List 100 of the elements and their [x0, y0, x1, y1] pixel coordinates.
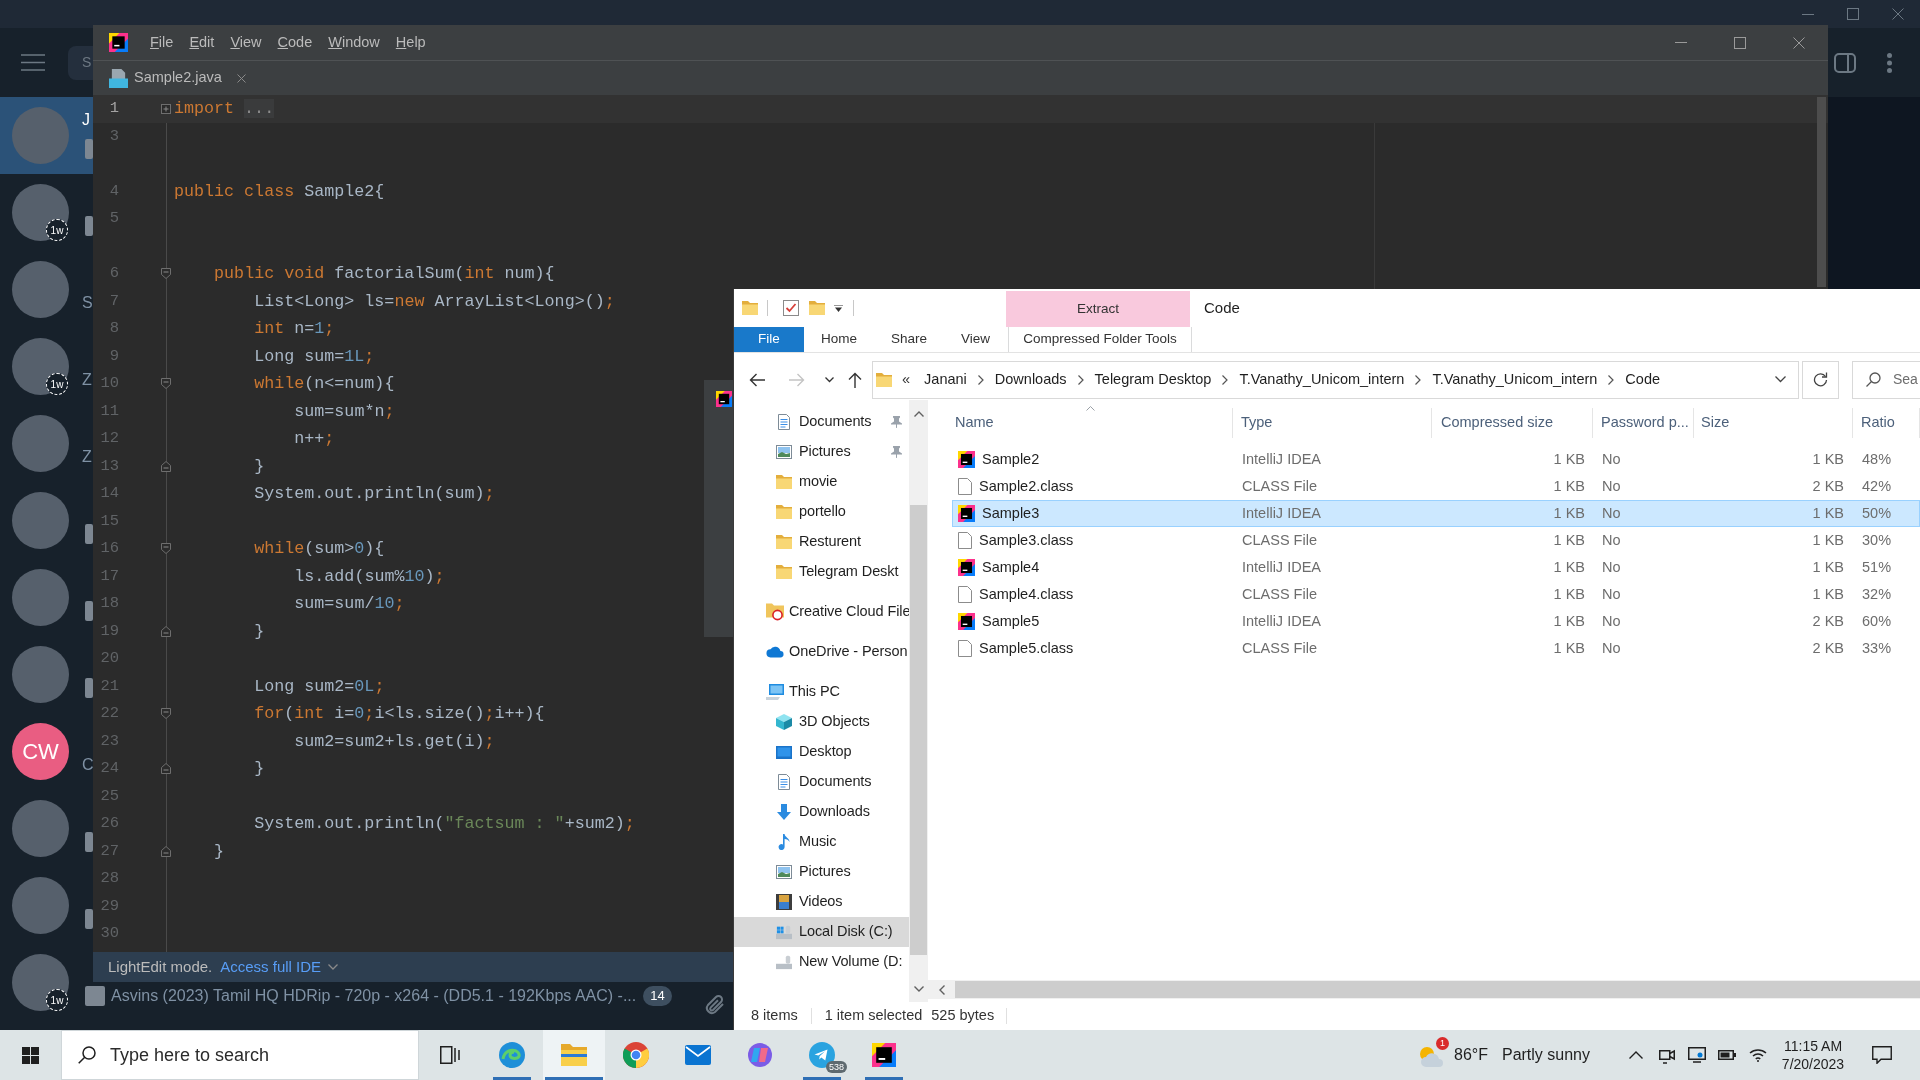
avatar-photo[interactable] [12, 877, 69, 934]
folder-icon[interactable] [561, 1044, 587, 1066]
wifi-icon[interactable] [1749, 1048, 1767, 1062]
dropdown-icon[interactable] [834, 304, 843, 312]
access-ide-link[interactable]: Access full IDE [220, 955, 339, 979]
ribbon-tab[interactable]: Compressed Folder Tools [1008, 327, 1192, 352]
file-row[interactable]: Sample3 IntelliJ IDEA 1 KB No 1 KB 50% [952, 500, 1920, 527]
breadcrumb-item[interactable]: T.Vanathy_Unicom_intern [1239, 368, 1405, 391]
refresh-icon[interactable] [1813, 372, 1828, 387]
chevron-left-icon[interactable] [938, 984, 945, 995]
ribbon-tab[interactable]: Home [804, 327, 874, 352]
sidebar-toggle-icon[interactable] [1834, 52, 1856, 73]
task-view-icon[interactable] [440, 1046, 460, 1064]
weather-condition[interactable]: Partly sunny [1501, 1043, 1590, 1067]
avatar-photo[interactable] [12, 261, 69, 318]
mail-icon[interactable] [685, 1045, 711, 1065]
app-logo-icon[interactable] [872, 1043, 896, 1067]
chevron-down-icon[interactable] [913, 985, 924, 992]
chevron-down-icon[interactable] [1775, 376, 1786, 383]
menu-item[interactable]: Code [277, 31, 313, 54]
search-field[interactable]: Type here to search [61, 1030, 419, 1080]
search-field[interactable]: Sea [1852, 360, 1920, 399]
minimize-icon[interactable] [1674, 42, 1687, 43]
fold-icon[interactable] [161, 708, 171, 720]
breadcrumb-item[interactable]: Code [1625, 368, 1661, 391]
ribbon-tab[interactable]: View [944, 327, 1008, 352]
file-row[interactable]: Sample5 IntelliJ IDEA 1 KB No 2 KB 60% [952, 608, 1920, 635]
file-row[interactable]: Sample4 IntelliJ IDEA 1 KB No 1 KB 51% [952, 554, 1920, 581]
avatar-photo[interactable] [12, 415, 69, 472]
ribbon-tab[interactable]: File [734, 327, 804, 352]
chevron-down-icon[interactable] [825, 376, 834, 383]
column-header[interactable]: Password p... [1593, 408, 1694, 438]
breadcrumb-item[interactable]: Downloads [994, 368, 1067, 391]
browser-icon[interactable] [499, 1042, 525, 1068]
display-icon[interactable] [1688, 1047, 1706, 1063]
column-header[interactable]: Ratio [1853, 408, 1920, 438]
menu-item[interactable]: File [150, 31, 174, 54]
maximize-icon[interactable] [1733, 36, 1746, 49]
temperature[interactable]: 86°F [1454, 1043, 1488, 1067]
fold-icon[interactable] [161, 543, 171, 555]
folder-icon[interactable] [742, 300, 758, 316]
breadcrumb-item[interactable]: Janani [924, 368, 967, 391]
fold-icon[interactable] [161, 378, 171, 390]
notification-icon[interactable] [1872, 1046, 1892, 1064]
menu-item[interactable]: Edit [189, 31, 215, 54]
fold-icon[interactable] [161, 268, 171, 280]
file-row[interactable]: Sample4.class CLASS File 1 KB No 1 KB 32% [952, 581, 1920, 608]
weather-icon[interactable] [1418, 1045, 1444, 1067]
refresh-button[interactable] [1802, 360, 1839, 399]
scrollbar-thumb[interactable] [1817, 97, 1826, 287]
avatar-photo[interactable] [12, 954, 69, 1011]
browser-icon[interactable] [623, 1042, 649, 1068]
column-header[interactable]: Name [952, 408, 1233, 438]
file-row[interactable]: Sample2.class CLASS File 1 KB No 2 KB 42% [952, 473, 1920, 500]
menu-item[interactable]: Help [395, 31, 426, 54]
scrollbar-thumb[interactable] [910, 505, 927, 955]
folder-icon[interactable] [809, 300, 825, 316]
up-arrow-icon[interactable] [848, 371, 862, 388]
menu-item[interactable]: Window [328, 31, 380, 54]
avatar-photo[interactable] [12, 569, 69, 626]
breadcrumb-item[interactable]: Telegram Desktop [1094, 368, 1212, 391]
clock-time[interactable]: 11:15 AM [1783, 1037, 1843, 1055]
taskbar-button[interactable]: 538 [791, 1030, 853, 1080]
fold-icon[interactable] [161, 845, 171, 857]
column-header[interactable]: Size [1694, 408, 1853, 438]
paperclip-icon[interactable] [704, 994, 726, 1016]
close-icon[interactable] [1891, 8, 1904, 20]
column-header[interactable]: Compressed size [1432, 408, 1593, 438]
clock-date[interactable]: 7/20/2023 [1781, 1055, 1845, 1073]
avatar-photo[interactable] [12, 492, 69, 549]
start-icon[interactable] [22, 1046, 39, 1064]
avatar-photo[interactable] [12, 800, 69, 857]
avatar-photo[interactable] [12, 338, 69, 395]
close-icon[interactable] [1792, 36, 1805, 49]
file-row[interactable]: Sample3.class CLASS File 1 KB No 1 KB 30% [952, 527, 1920, 554]
fold-icon[interactable] [161, 103, 171, 114]
close-icon[interactable] [236, 73, 246, 83]
chat-item[interactable]: J [0, 97, 93, 174]
avatar-photo[interactable] [12, 184, 69, 241]
menu-item[interactable]: View [230, 31, 262, 54]
chevron-up-icon[interactable] [1629, 1051, 1643, 1059]
back-arrow-icon[interactable] [749, 372, 765, 387]
file-row[interactable]: Sample5.class CLASS File 1 KB No 2 KB 33% [952, 635, 1920, 662]
minimize-icon[interactable] [1801, 13, 1814, 15]
file-row[interactable]: Sample2 IntelliJ IDEA 1 KB No 1 KB 48% [952, 446, 1920, 473]
fold-icon[interactable] [161, 625, 171, 637]
more-icon[interactable] [1887, 52, 1892, 73]
overflow-button[interactable]: « [902, 368, 911, 391]
maximize-icon[interactable] [1846, 8, 1859, 20]
app-icon[interactable] [748, 1043, 772, 1067]
column-header[interactable]: Type [1233, 408, 1432, 438]
chevron-up-icon[interactable] [913, 411, 924, 417]
ribbon-tab[interactable]: Share [874, 327, 945, 352]
nav-item[interactable]: Local Disk (C:) [734, 917, 909, 947]
checklist-icon[interactable] [783, 300, 799, 316]
breadcrumb-item[interactable]: T.Vanathy_Unicom_intern [1432, 368, 1598, 391]
menu-icon[interactable] [21, 54, 45, 71]
avatar-photo[interactable] [12, 646, 69, 703]
fold-icon[interactable] [161, 763, 171, 775]
battery-icon[interactable] [1718, 1050, 1736, 1060]
